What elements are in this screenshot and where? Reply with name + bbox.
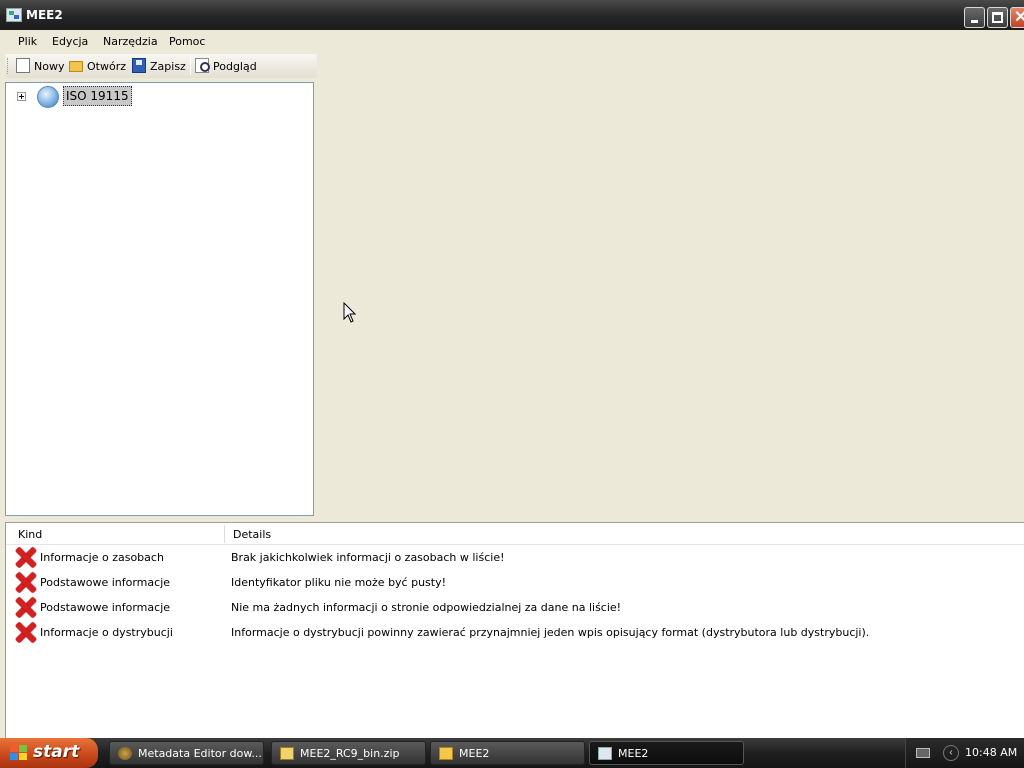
error-details: Brak jakichkolwiek informacji o zasobach… xyxy=(231,551,505,564)
menu-edycja[interactable]: Edycja xyxy=(52,35,88,48)
error-kind: Informacje o dystrybucji xyxy=(40,626,173,639)
toolbar-separator xyxy=(190,57,191,75)
taskbar: start Metadata Editor dow... MEE2_RC9_bi… xyxy=(0,738,1024,768)
mouse-cursor-icon xyxy=(343,302,357,323)
toolbar: Nowy Otwórz Zapisz Podgląd xyxy=(5,54,317,78)
close-icon: ✕ xyxy=(1014,9,1024,26)
chevron-left-icon[interactable]: ‹ xyxy=(943,745,959,761)
taskbar-item-folder[interactable]: MEE2 xyxy=(430,741,585,765)
menu-pomoc[interactable]: Pomoc xyxy=(169,35,205,48)
error-row[interactable]: Podstawowe informacje Identyfikator plik… xyxy=(6,570,1024,595)
keyboard-icon[interactable] xyxy=(916,748,930,758)
taskbar-item-label: MEE2 xyxy=(618,747,649,760)
taskbar-item-metadata-editor[interactable]: Metadata Editor dow... xyxy=(109,741,264,765)
editor-area xyxy=(318,30,1024,520)
minimize-button[interactable] xyxy=(964,7,985,28)
error-kind: Podstawowe informacje xyxy=(40,601,171,614)
taskbar-item-label: MEE2_RC9_bin.zip xyxy=(300,747,400,760)
globe-icon xyxy=(37,86,59,108)
new-button[interactable]: Nowy xyxy=(16,57,72,75)
save-disk-icon xyxy=(132,58,146,73)
window-title: MEE2 xyxy=(26,8,63,22)
error-row[interactable]: Podstawowe informacje Nie ma żadnych inf… xyxy=(6,595,1024,620)
error-icon xyxy=(14,596,37,619)
new-button-label: Nowy xyxy=(34,60,65,73)
minimize-icon xyxy=(971,20,978,23)
error-row[interactable]: Informacje o zasobach Brak jakichkolwiek… xyxy=(6,545,1024,570)
system-tray: ‹ 10:48 AM xyxy=(905,738,1024,768)
metadata-tree[interactable]: ISO 19115 xyxy=(5,82,314,516)
error-details: Nie ma żadnych informacji o stronie odpo… xyxy=(231,601,622,614)
column-divider[interactable] xyxy=(224,525,225,543)
open-button[interactable]: Otwórz xyxy=(69,57,129,75)
taskbar-item-label: Metadata Editor dow... xyxy=(138,747,262,760)
tree-expand-icon[interactable] xyxy=(17,92,26,101)
error-row[interactable]: Informacje o dystrybucji Informacje o dy… xyxy=(6,620,1024,645)
save-button-label: Zapisz xyxy=(150,60,186,73)
save-button[interactable]: Zapisz xyxy=(132,57,188,75)
maximize-button[interactable] xyxy=(987,7,1008,28)
taskbar-item-label: MEE2 xyxy=(459,747,490,760)
error-icon xyxy=(14,546,37,569)
app-icon xyxy=(598,747,612,760)
error-details: Identyfikator pliku nie może być pusty! xyxy=(231,576,447,589)
column-header-kind[interactable]: Kind xyxy=(18,528,42,541)
start-button[interactable]: start xyxy=(0,738,98,768)
browser-icon xyxy=(118,747,132,760)
new-file-icon xyxy=(16,58,30,73)
close-button[interactable]: ✕ xyxy=(1010,7,1024,28)
taskbar-item-mee2-app[interactable]: MEE2 xyxy=(589,741,744,765)
app-icon[interactable] xyxy=(6,8,22,22)
preview-button-label: Podgląd xyxy=(213,60,257,73)
open-folder-icon xyxy=(69,61,83,72)
preview-magnifier-icon xyxy=(195,58,210,73)
error-details: Informacje o dystrybucji powinny zawiera… xyxy=(231,626,870,639)
tree-node-iso-19115[interactable]: ISO 19115 xyxy=(63,86,132,106)
error-icon xyxy=(14,571,37,594)
error-icon xyxy=(14,621,37,644)
column-header-details[interactable]: Details xyxy=(233,528,271,541)
clock[interactable]: 10:48 AM xyxy=(965,746,1017,759)
taskbar-item-zip[interactable]: MEE2_RC9_bin.zip xyxy=(271,741,426,765)
error-kind: Informacje o zasobach xyxy=(40,551,164,564)
validation-error-list[interactable]: Kind Details Informacje o zasobach Brak … xyxy=(5,522,1024,738)
menu-plik[interactable]: Plik xyxy=(18,35,37,48)
start-label: start xyxy=(33,742,80,762)
error-list-header: Kind Details xyxy=(6,523,1024,545)
menu-narzedzia[interactable]: Narzędzia xyxy=(103,35,158,48)
maximize-icon xyxy=(992,12,1003,23)
windows-logo-icon xyxy=(10,745,28,761)
preview-button[interactable]: Podgląd xyxy=(195,57,259,75)
error-kind: Podstawowe informacje xyxy=(40,576,171,589)
title-bar[interactable]: MEE2 ✕ xyxy=(0,0,1024,30)
folder-icon xyxy=(439,747,453,760)
zip-icon xyxy=(280,747,294,760)
toolbar-grip[interactable] xyxy=(7,58,10,74)
app-window: MEE2 ✕ Plik Edycja Narzędzia Pomoc Nowy … xyxy=(0,0,1024,738)
open-button-label: Otwórz xyxy=(87,60,126,73)
